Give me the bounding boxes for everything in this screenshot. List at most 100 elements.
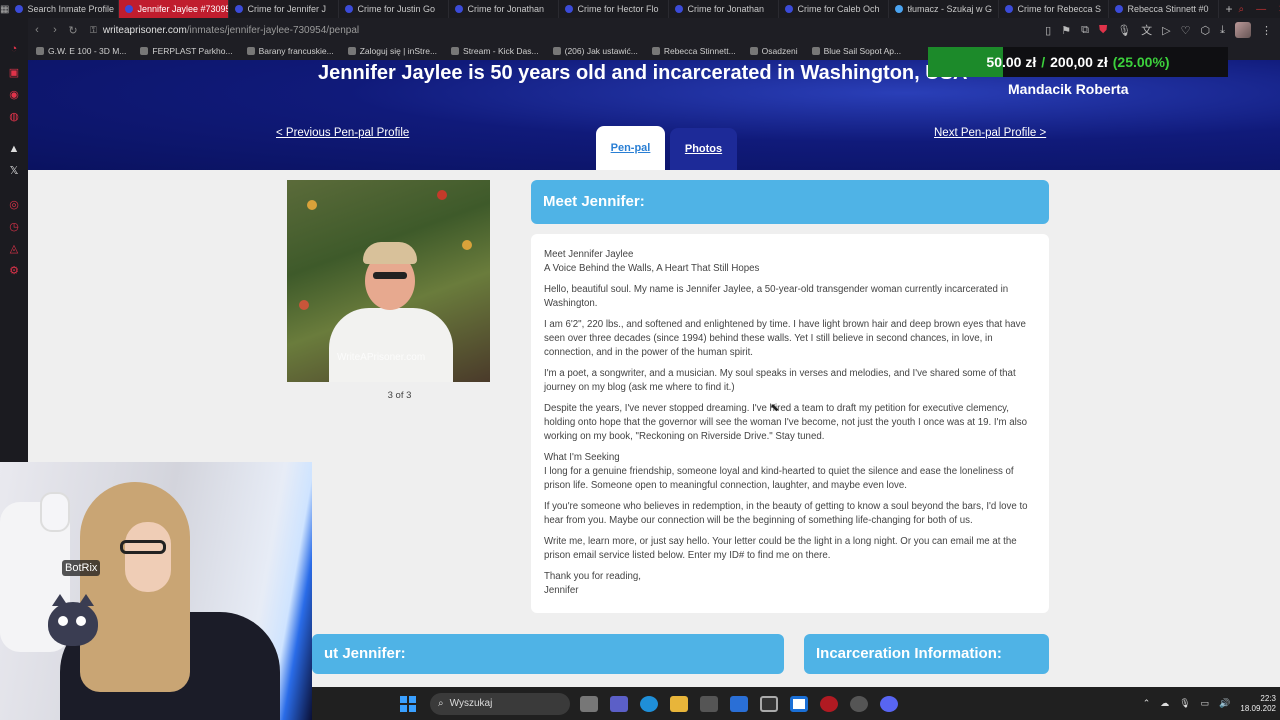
player-icon[interactable]: ◎ [7, 198, 21, 212]
messenger-icon[interactable]: ◉ [7, 88, 21, 102]
next-profile-link[interactable]: Next Pen-pal Profile > [934, 127, 1046, 139]
bookmark-label: Barany francuskie... [258, 46, 334, 56]
microphone-icon[interactable]: 🎙 [1179, 698, 1190, 709]
reload-icon[interactable]: ↻ [64, 24, 82, 37]
tab-photos[interactable]: Photos [670, 128, 737, 170]
clock-icon[interactable]: ◷ [7, 220, 21, 234]
bookmark-item[interactable]: (206) Jak ustawić... [552, 46, 638, 56]
bio-paragraph: I'm a poet, a songwriter, and a musician… [544, 368, 1016, 393]
settings-app-icon[interactable] [850, 695, 868, 712]
back-icon[interactable]: ‹ [28, 24, 46, 36]
photo-watermark: WriteAPrisoner.com [337, 352, 426, 363]
history-icon[interactable]: ◔ [7, 42, 21, 56]
photo-counter: 3 of 3 [387, 390, 412, 401]
incarceration-section-header: Incarceration Information: [804, 634, 1049, 674]
tab-pen-pal[interactable]: Pen-pal [596, 126, 665, 170]
browser-tab[interactable]: Crime for Caleb Och [779, 0, 890, 18]
browser-tab-bar: ▦ Search Inmate Profile Jennifer Jaylee #… [0, 0, 1280, 18]
settings-icon[interactable]: ⚙ [7, 264, 21, 278]
forward-icon[interactable]: › [46, 24, 64, 36]
tab-label: tłumacz - Szukaj w G [907, 4, 992, 14]
tab-menu-icon[interactable]: ▦ [0, 0, 9, 18]
bookmark-item[interactable]: Stream - Kick Das... [451, 46, 539, 56]
heart-icon[interactable]: ♡ [1181, 24, 1191, 37]
bookmark-label: Zaloguj się | inStre... [359, 46, 438, 56]
tab-favicon-icon [565, 5, 574, 13]
browser-sidebar: ◔ ▣ ◉ ◍ ▲ 𝕏 ◎ ◷ ◬ ⚙ [0, 18, 28, 462]
tab-favicon-icon [125, 5, 134, 13]
play-icon[interactable]: ▷ [1162, 24, 1170, 37]
bookmark-favicon-icon [246, 47, 255, 55]
bookmark-item[interactable]: Barany francuskie... [246, 46, 334, 56]
browser-tab[interactable]: Crime for Jonathan [449, 0, 560, 18]
discord-icon[interactable] [880, 695, 898, 712]
url-field[interactable]: ⚿ writeaprisoner.com/inmates/jennifer-ja… [90, 25, 359, 36]
search-tabs-icon[interactable]: ⌕ [1238, 4, 1244, 15]
bell-icon[interactable]: ◬ [7, 242, 21, 256]
teams-icon[interactable] [610, 695, 628, 712]
app-window-icon[interactable] [790, 695, 808, 712]
task-view-icon[interactable] [580, 695, 598, 712]
bookmark-label: Stream - Kick Das... [463, 46, 539, 56]
bookmark-icon[interactable]: ⚑ [1061, 24, 1071, 37]
bookmark-item[interactable]: Rebecca Stinnett... [651, 46, 736, 56]
volume-icon[interactable]: 🔊 [1219, 698, 1230, 709]
tab-label: Crime for Hector Flo [577, 4, 659, 14]
browser-tab[interactable]: Crime for Hector Flo [559, 0, 670, 18]
translate-icon[interactable]: 文 [1141, 22, 1152, 38]
store-icon[interactable] [700, 695, 718, 712]
taskbar-search-placeholder: Wyszukaj [449, 698, 493, 709]
mail-icon[interactable] [730, 695, 748, 712]
minimize-icon[interactable]: — [1256, 4, 1266, 15]
bookmark-item[interactable]: Zaloguj się | inStre... [347, 46, 438, 56]
app-icon[interactable] [760, 695, 778, 712]
mic-icon[interactable]: 🎙 [1117, 24, 1131, 37]
clock-time: 22:3 [1260, 693, 1276, 703]
sidebar-icon[interactable]: ▯ [1045, 24, 1051, 37]
taskbar-apps [580, 695, 898, 712]
network-icon[interactable]: ▭ [1201, 698, 1210, 709]
browser-tab[interactable]: Crime for Justin Go [339, 0, 450, 18]
tab-favicon-icon [785, 5, 794, 13]
cloud-icon[interactable]: ☁ [1160, 698, 1169, 709]
file-explorer-icon[interactable] [670, 695, 688, 712]
extensions-icon[interactable]: ⬡ [1201, 24, 1211, 37]
opera-icon[interactable] [820, 695, 838, 712]
bookmark-item[interactable]: Blue Sail Sopot Ap... [811, 46, 901, 56]
profile-avatar[interactable] [1235, 22, 1251, 38]
bookmark-item[interactable]: G.W. E 100 - 3D M... [36, 46, 126, 56]
webcam-detail [120, 540, 166, 554]
windows-start-icon[interactable] [400, 695, 416, 712]
clock[interactable]: 22:3 18.09.202 [1240, 694, 1276, 714]
browser-tab[interactable]: tłumacz - Szukaj w G [889, 0, 1000, 18]
tray-chevron-icon[interactable]: ⌃ [1143, 698, 1151, 709]
screenshot-icon[interactable]: ⧉ [1081, 24, 1089, 37]
system-tray: ⌃ ☁ 🎙 ▭ 🔊 22:3 18.09.202 [1143, 694, 1280, 714]
shield-icon[interactable]: ⛊ [1099, 24, 1107, 37]
photo-detail [307, 200, 317, 210]
site-info-icon[interactable]: ⚿ [90, 25, 97, 36]
toolbar-icons: ▯ ⚑ ⧉ ⛊ 🎙 文 ▷ ♡ ⬡ ⤓ ⋮ [1045, 22, 1280, 38]
menu-icon[interactable]: ⋮ [1261, 24, 1272, 37]
browser-tab[interactable]: Rebecca Stinnett #0 [1109, 0, 1220, 18]
bag-icon[interactable]: ▣ [7, 66, 21, 80]
browser-tab[interactable]: Crime for Rebecca S [999, 0, 1110, 18]
new-tab-button[interactable]: + [1219, 2, 1238, 16]
x-icon[interactable]: 𝕏 [7, 164, 21, 178]
windows-taskbar: ⌕ Wyszukaj ⌃ ☁ 🎙 ▭ 🔊 22:3 18.09.202 [312, 687, 1280, 720]
taskbar-search[interactable]: ⌕ Wyszukaj [430, 692, 570, 715]
tab-favicon-icon [15, 5, 24, 13]
bookmark-label: Rebecca Stinnett... [663, 46, 736, 56]
previous-profile-link[interactable]: < Previous Pen-pal Profile [276, 127, 409, 139]
bookmark-item[interactable]: FERPLAST Parkho... [140, 46, 233, 56]
browser-tab[interactable]: Jennifer Jaylee #730954 [119, 0, 230, 18]
browser-tab[interactable]: Crime for Jonathan [669, 0, 780, 18]
download-icon[interactable]: ⤓ [1220, 24, 1225, 37]
whatsapp-icon[interactable]: ◍ [7, 110, 21, 124]
browser-tab[interactable]: Search Inmate Profile [9, 0, 120, 18]
app-a-icon[interactable]: ▲ [7, 142, 21, 156]
profile-photo[interactable]: WriteAPrisoner.com [287, 180, 490, 382]
bookmark-item[interactable]: Osadzeni [749, 46, 798, 56]
edge-icon[interactable] [640, 695, 658, 712]
browser-tab[interactable]: Crime for Jennifer J [229, 0, 340, 18]
